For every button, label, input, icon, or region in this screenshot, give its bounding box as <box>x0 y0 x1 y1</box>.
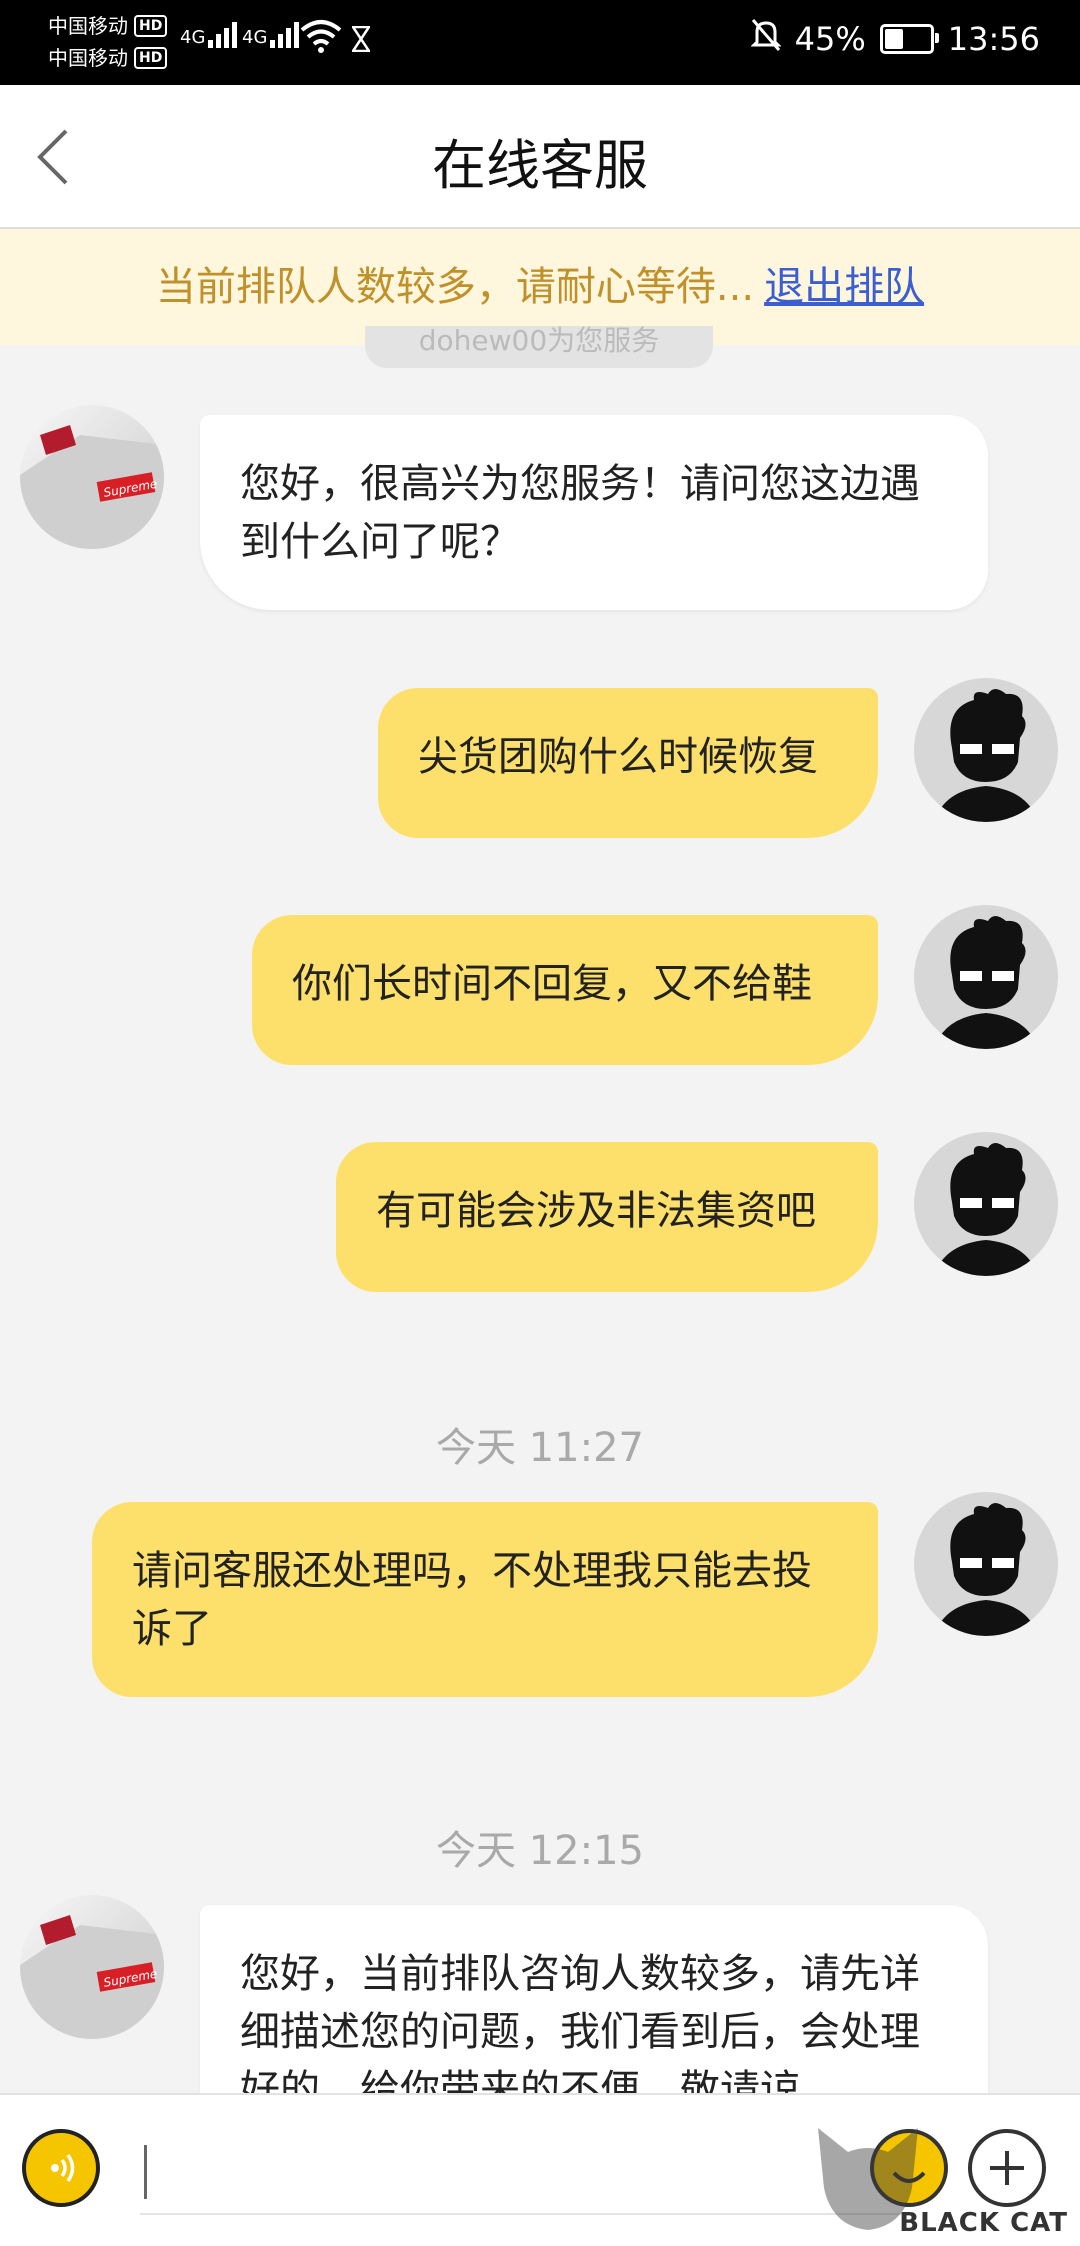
chat-message-user: 请问客服还处理吗，不处理我只能去投诉了 <box>92 1502 878 1697</box>
signal-2-icon: 4G <box>242 18 300 48</box>
user-avatar[interactable] <box>914 905 1058 1049</box>
chat-message-user: 你们长时间不回复，又不给鞋 <box>252 915 878 1065</box>
battery-icon <box>879 24 939 54</box>
timestamp: 今天 11:27 <box>436 1425 644 1471</box>
supreme-logo-icon: Supreme <box>20 1915 164 2039</box>
service-agent-text: dohew00为您服务 <box>418 326 660 357</box>
chat-message-user: 尖货团购什么时候恢复 <box>378 688 878 838</box>
message-text: 请问客服还处理吗，不处理我只能去投诉了 <box>132 1548 812 1652</box>
hd-badge: HD <box>134 15 168 37</box>
queue-text: 当前排队人数较多，请耐心等待... <box>155 264 755 310</box>
network-type-2: 4G <box>242 27 268 48</box>
message-text: 你们长时间不回复，又不给鞋 <box>292 961 812 1007</box>
user-avatar[interactable] <box>914 1492 1058 1636</box>
agent-avatar[interactable]: Supreme <box>20 405 164 549</box>
hourglass-icon <box>350 25 372 56</box>
message-text: 有可能会涉及非法集资吧 <box>376 1188 816 1234</box>
timestamp: 今天 12:15 <box>436 1828 644 1874</box>
user-avatar[interactable] <box>914 1132 1058 1276</box>
service-agent-pill: dohew00为您服务 <box>365 326 713 368</box>
message-text: 尖货团购什么时候恢复 <box>418 734 818 780</box>
user-silhouette-icon <box>934 1503 1038 1636</box>
agent-avatar[interactable]: Supreme <box>20 1895 164 2039</box>
battery-percent: 45% <box>794 20 866 58</box>
user-silhouette-icon <box>934 916 1038 1049</box>
emoji-button[interactable] <box>870 2129 948 2207</box>
more-button[interactable] <box>968 2129 1046 2207</box>
voice-icon <box>51 2154 75 2182</box>
mute-bell-icon <box>750 18 782 60</box>
supreme-logo-icon: Supreme <box>20 425 164 549</box>
signal-1-icon: 4G <box>180 18 238 48</box>
chat-message-agent: 您好，当前排队咨询人数较多，请先详细描述您的问题，我们看到后，会处理好的，给你带… <box>200 1905 988 2093</box>
user-silhouette-icon <box>934 689 1038 822</box>
text-caret <box>144 2145 147 2199</box>
carrier-2: 中国移动 <box>48 46 128 70</box>
wifi-icon <box>300 18 342 58</box>
carrier-1: 中国移动 <box>48 14 128 38</box>
user-silhouette-icon <box>934 1143 1038 1276</box>
input-bar <box>0 2093 1080 2246</box>
voice-button[interactable] <box>22 2129 100 2207</box>
carrier-info: 中国移动 HD 中国移动 HD <box>48 10 168 74</box>
chat-message-user: 有可能会涉及非法集资吧 <box>336 1142 878 1292</box>
plus-icon <box>990 2151 1024 2185</box>
user-avatar[interactable] <box>914 678 1058 822</box>
page-title: 在线客服 <box>432 134 648 197</box>
message-text: 您好，很高兴为您服务！请问您这边遇到什么问了呢？ <box>240 461 920 565</box>
clock: 13:56 <box>947 20 1040 58</box>
message-input[interactable] <box>140 2125 904 2215</box>
exit-queue-link[interactable]: 退出排队 <box>764 264 924 310</box>
network-type-1: 4G <box>180 27 206 48</box>
status-bar: 中国移动 HD 中国移动 HD 4G 4G 45% 13:56 <box>0 0 1080 85</box>
emoji-icon <box>892 2171 926 2183</box>
chat-message-agent: 您好，很高兴为您服务！请问您这边遇到什么问了呢？ <box>200 415 988 610</box>
hd-badge-2: HD <box>134 47 168 69</box>
message-text: 您好，当前排队咨询人数较多，请先详细描述您的问题，我们看到后，会处理好的，给你带… <box>240 1951 920 2093</box>
app-header: 在线客服 <box>0 85 1080 229</box>
